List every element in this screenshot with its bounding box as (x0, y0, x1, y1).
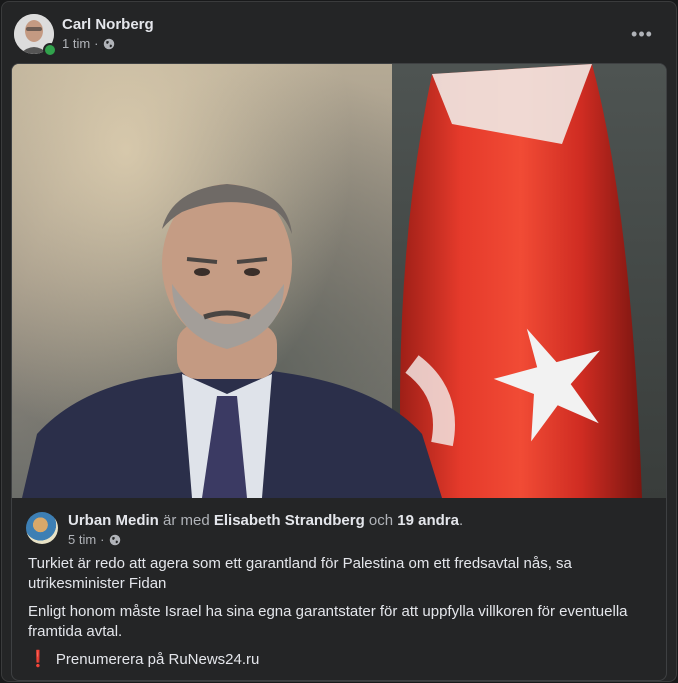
meta-separator: · (94, 36, 99, 51)
shared-post-time[interactable]: 5 tim (68, 532, 96, 547)
period: . (458, 512, 464, 529)
post-text: Turkiet är redo att agera som ett garant… (28, 554, 642, 678)
post-meta: 1 tim · (62, 36, 115, 51)
others-link[interactable]: 19 andra (397, 512, 459, 529)
and-text: och (368, 512, 394, 529)
shared-post-header: Urban Medin är med Elisabeth Strandberg … (26, 510, 652, 550)
post-paragraph: Enligt honom måste Israel ha sina egna g… (28, 603, 628, 640)
post-time[interactable]: 1 tim (62, 36, 90, 51)
online-status-dot (43, 43, 57, 57)
shared-author-name[interactable]: Urban Medin (68, 512, 159, 529)
share-attribution: Urban Medin är med Elisabeth Strandberg … (68, 512, 463, 529)
author-name[interactable]: Carl Norberg (62, 16, 154, 33)
with-text: är med (163, 512, 210, 529)
tagged-person[interactable]: Elisabeth Strandberg (214, 512, 365, 529)
globe-icon[interactable] (109, 534, 121, 546)
exclamation-icon: ❗ (28, 651, 48, 668)
post-card: Carl Norberg 1 tim · ••• Urban Medin är … (1, 1, 677, 682)
subscribe-line: ❗ Prenumerera på RuNews24.ru (28, 650, 642, 670)
meta-separator: · (100, 532, 105, 547)
shared-author-avatar[interactable] (26, 512, 58, 544)
post-header: Carl Norberg 1 tim · ••• (14, 14, 664, 57)
subscribe-text: Prenumerera på RuNews24.ru (55, 651, 260, 668)
person-figure (22, 184, 442, 498)
globe-icon[interactable] (103, 38, 115, 50)
shared-post[interactable]: Urban Medin är med Elisabeth Strandberg … (11, 63, 667, 681)
post-photo[interactable] (12, 64, 666, 498)
shared-post-meta: 5 tim · (68, 532, 121, 547)
post-paragraph: Turkiet är redo att agera som ett garant… (28, 555, 572, 592)
more-icon: ••• (631, 23, 653, 44)
more-options-button[interactable]: ••• (624, 16, 660, 52)
